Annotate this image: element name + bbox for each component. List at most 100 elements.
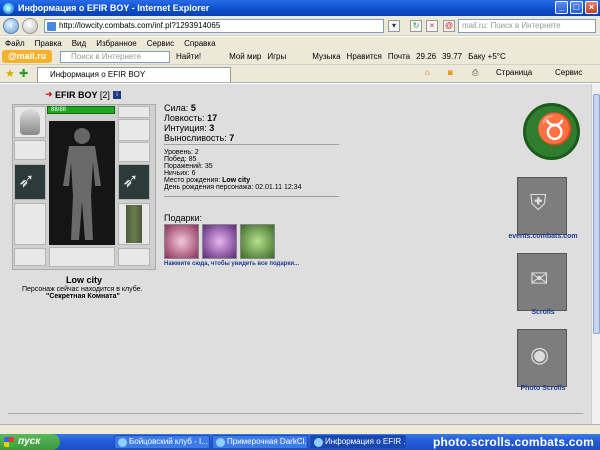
menu-help[interactable]: Справка xyxy=(179,39,220,48)
print-icon[interactable]: ⎙ xyxy=(472,68,478,78)
ie-icon: e xyxy=(3,2,14,14)
gift-bag[interactable] xyxy=(240,224,275,259)
menu-view[interactable]: Вид xyxy=(67,39,91,48)
tab-label: Информация о EFIR BOY xyxy=(50,70,146,79)
character-silhouette-icon xyxy=(63,128,101,240)
belt-slot[interactable] xyxy=(14,248,46,266)
menu-bar: Файл Правка Вид Избранное Сервис Справка xyxy=(0,37,600,49)
info-losses: Поражений: 35 xyxy=(164,163,213,170)
info-draws: Ничьих: 6 xyxy=(164,170,196,177)
mailru-mail[interactable]: Почта xyxy=(388,52,410,61)
photo-scrolls-link[interactable]: Photo Scrolls xyxy=(508,385,578,392)
feeds-icon[interactable]: ◙ xyxy=(448,68,453,77)
pants-icon xyxy=(126,205,142,243)
maximize-button[interactable]: □ xyxy=(570,1,583,14)
location-text: Персонаж сейчас находится в клубе. xyxy=(22,286,143,293)
favorites-star-icon[interactable]: ★ xyxy=(5,67,15,80)
menu-edit[interactable]: Правка xyxy=(30,39,67,48)
task-label: Информация о EFIR ... xyxy=(325,437,406,446)
stat-strength: Сила: 5 xyxy=(164,103,196,113)
vertical-scrollbar[interactable] xyxy=(591,84,600,424)
address-url: http://lowcity.combats.com/inf.pl?129391… xyxy=(59,21,221,30)
gifts-title: Подарки: xyxy=(164,213,203,223)
window-title-bar: e Информация о EFIR BOY - Internet Explo… xyxy=(0,0,600,16)
address-row: ‹ › http://lowcity.combats.com/inf.pl?12… xyxy=(0,16,600,36)
menu-favorites[interactable]: Избранное xyxy=(91,39,142,48)
mailru-search-input[interactable]: Поиск в Интернете xyxy=(60,50,170,63)
mail-search-input[interactable]: mail.ru: Поиск в Интернете xyxy=(458,19,596,33)
boots-slot[interactable] xyxy=(118,248,150,266)
start-label: пуск xyxy=(18,436,41,447)
character-nick: EFIR BOY [2] xyxy=(55,90,110,100)
info-wins: Побед: 85 xyxy=(164,156,197,163)
page-icon xyxy=(47,22,56,31)
address-dropdown[interactable]: ▾ xyxy=(388,20,400,32)
location-room: "Секретная Комната" xyxy=(46,293,120,300)
mailru-toolbar: @mail.ru Поиск в Интернете Найти! Мой ми… xyxy=(0,49,600,65)
tab-row: ★ ✚ Информация о EFIR BOY ⌂ ◙ ⎙ Страница… xyxy=(0,65,600,83)
camera-icon: ◉ xyxy=(530,342,550,367)
tools-menu[interactable]: Сервис xyxy=(555,68,582,77)
arrow-icon: ➜ xyxy=(45,89,53,99)
gifts-link[interactable]: Нажмите сюда, чтобы увидеть все подарки.… xyxy=(164,261,299,267)
stat-agility: Ловкость: 17 xyxy=(164,113,218,123)
page-menu[interactable]: Страница xyxy=(496,68,532,77)
scroll-icon: ✉ xyxy=(530,266,549,291)
info-icon[interactable]: i xyxy=(113,91,121,99)
stop-button[interactable]: × xyxy=(426,20,438,32)
mailru-logo[interactable]: @mail.ru xyxy=(2,50,52,63)
spear-icon: ➶ xyxy=(122,170,139,192)
mailru-my-world[interactable]: Мой мир xyxy=(229,52,261,61)
status-bar xyxy=(0,424,600,434)
gloves-slot[interactable] xyxy=(118,142,150,162)
task-item[interactable]: Бойцовский клуб - I... xyxy=(114,435,210,449)
info-divider xyxy=(164,196,339,197)
ie-icon xyxy=(314,438,323,447)
info-birthday: День рождения персонажа: 02.01.11 12:34 xyxy=(164,184,302,191)
earring-slot[interactable] xyxy=(118,106,150,118)
home-icon[interactable]: ⌂ xyxy=(425,68,430,77)
start-button[interactable]: пуск xyxy=(0,434,60,450)
watermark: photo.scrolls.combats.com xyxy=(432,435,594,449)
menu-file[interactable]: Файл xyxy=(0,39,30,48)
amulet-slot[interactable] xyxy=(118,119,150,141)
ring-slots[interactable] xyxy=(49,247,115,267)
task-label: Бойцовский клуб - I... xyxy=(129,437,208,446)
forward-button[interactable]: › xyxy=(22,18,38,34)
stat-endurance: Выносливость: 7 xyxy=(164,133,235,143)
task-item-active[interactable]: Информация о EFIR ... xyxy=(310,435,406,449)
close-button[interactable]: × xyxy=(585,1,598,14)
refresh-button[interactable]: ↻ xyxy=(410,20,422,32)
stat-intuition: Интуиция: 3 xyxy=(164,123,215,133)
dollar-rate: 29.26 xyxy=(416,52,437,61)
euro-rate: 39.77 xyxy=(442,52,463,61)
mailru-search-button[interactable]: Найти! xyxy=(176,52,201,61)
helmet-icon xyxy=(20,109,40,135)
location-city: Low city xyxy=(66,275,103,285)
scrolls-link[interactable]: Scrolls xyxy=(508,309,578,316)
add-favorites-icon[interactable]: ✚ xyxy=(19,67,28,80)
task-item[interactable]: Примерочная DarkCl... xyxy=(212,435,308,449)
scrollbar-thumb[interactable] xyxy=(593,94,600,334)
events-link[interactable]: events.combats.com xyxy=(508,233,578,240)
shield-icon: ⛨ xyxy=(530,190,547,215)
minimize-button[interactable]: _ xyxy=(555,1,568,14)
ie-icon xyxy=(216,438,225,447)
task-label: Примерочная DarkCl... xyxy=(227,437,308,446)
bull-icon: ♉ xyxy=(536,113,574,146)
window-title: Информация о EFIR BOY - Internet Explore… xyxy=(18,3,210,13)
armor-slot[interactable] xyxy=(14,203,46,245)
back-button[interactable]: ‹ xyxy=(3,18,19,34)
mailru-games[interactable]: Игры xyxy=(267,52,286,61)
mail-search-logo-icon: @ xyxy=(443,20,455,32)
hp-bar: 88/88 xyxy=(47,106,115,114)
stats-divider xyxy=(164,144,339,145)
gift-card[interactable] xyxy=(164,224,199,259)
tab-current[interactable]: Информация о EFIR BOY xyxy=(37,67,231,82)
mailru-music[interactable]: Музыка xyxy=(312,52,340,61)
menu-tools[interactable]: Сервис xyxy=(142,39,179,48)
address-field[interactable]: http://lowcity.combats.com/inf.pl?129391… xyxy=(44,19,384,33)
mailru-likes[interactable]: Нравится xyxy=(347,52,382,61)
bracers-slot[interactable] xyxy=(14,140,46,160)
gift-envelope[interactable] xyxy=(202,224,237,259)
